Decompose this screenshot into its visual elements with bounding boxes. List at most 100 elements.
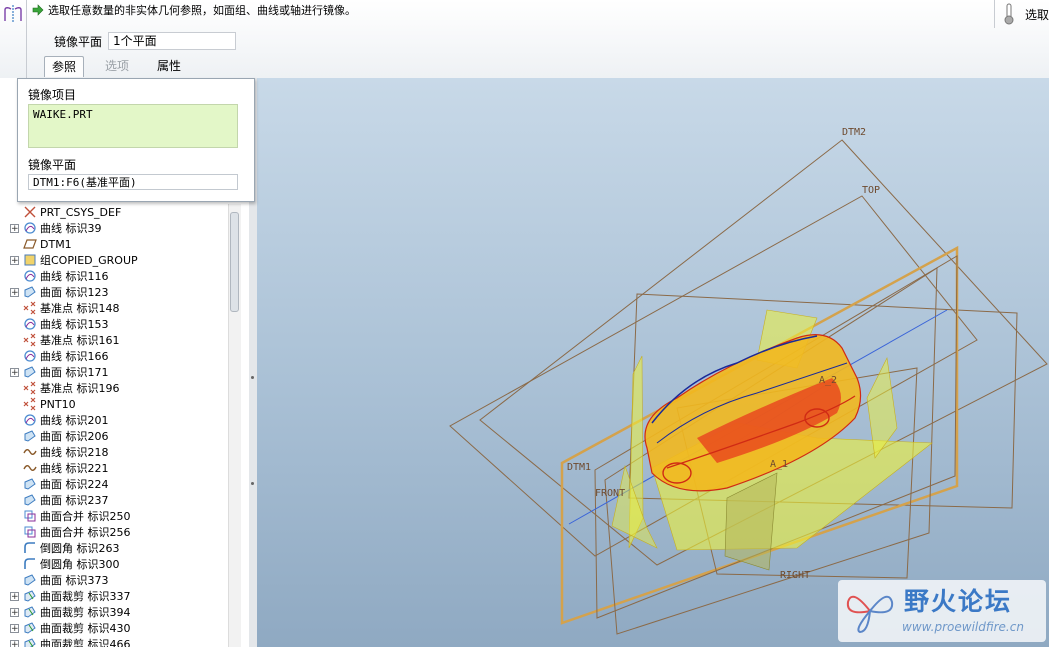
tree-item[interactable]: 曲线 标识166: [10, 348, 230, 364]
trim-icon: [24, 638, 36, 647]
tree-item[interactable]: 基准点 标识148: [10, 300, 230, 316]
merge-icon: [24, 526, 36, 538]
tree-item-label: 倒圆角 标识300: [40, 558, 120, 571]
dashboard-tabs: 参照 选项 属性: [44, 56, 202, 77]
watermark: 野火论坛 www.proewildfire.cn: [838, 580, 1046, 642]
tree-item[interactable]: + 曲面 标识171: [10, 364, 230, 380]
tree-item[interactable]: PNT10: [10, 396, 230, 412]
scrollbar-thumb[interactable]: [230, 212, 239, 312]
surface-icon: [24, 286, 36, 298]
round-icon: [24, 558, 35, 569]
expand-icon[interactable]: +: [10, 623, 19, 633]
axis-label-a2[interactable]: A_2: [819, 375, 837, 386]
axis-label-a1[interactable]: A_1: [770, 459, 788, 470]
tree-item[interactable]: + 组COPIED_GROUP: [10, 252, 230, 268]
tree-item-label: PRT_CSYS_DEF: [40, 205, 122, 219]
tree-item-label: 曲线 标识166: [40, 350, 109, 363]
dashboard-separator: [26, 0, 27, 78]
tree-item[interactable]: 基准点 标识161: [10, 332, 230, 348]
tree-item[interactable]: 倒圆角 标识263: [10, 540, 230, 556]
tree-item-label: 基准点 标识148: [40, 302, 120, 315]
tree-item-label: 曲面合并 标识256: [40, 526, 131, 539]
expand-icon[interactable]: +: [10, 367, 19, 377]
surface-icon: [24, 430, 36, 442]
expand-icon[interactable]: +: [10, 287, 19, 297]
surface-icon: [24, 366, 36, 378]
surface-icon: [24, 494, 36, 506]
tree-item[interactable]: 曲线 标识116: [10, 268, 230, 284]
tree-item-label: 曲面 标识171: [40, 366, 109, 379]
surface-icon: [24, 478, 36, 490]
curve-icon: [24, 270, 36, 282]
select-filter-label[interactable]: 选取: [1025, 6, 1049, 23]
datum-label-dtm1[interactable]: DTM1: [567, 462, 591, 473]
tree-item[interactable]: 曲面合并 标识256: [10, 524, 230, 540]
tree-item[interactable]: + 曲面 标识123: [10, 284, 230, 300]
tree-item[interactable]: 曲线 标识218: [10, 444, 230, 460]
expand-icon[interactable]: +: [10, 639, 19, 647]
tree-item-label: 曲线 标识218: [40, 446, 109, 459]
tree-item[interactable]: + 曲面裁剪 标识466: [10, 636, 230, 647]
tab-references[interactable]: 参照: [44, 56, 84, 77]
tree-item[interactable]: + 曲线 标识39: [10, 220, 230, 236]
tree-item-label: 曲面裁剪 标识394: [40, 606, 131, 619]
mirror-items-label: 镜像项目: [28, 88, 77, 102]
model-tree-scrollbar[interactable]: [228, 204, 241, 647]
tree-item-label: 倒圆角 标识263: [40, 542, 120, 555]
graphics-window[interactable]: DTM2 TOP DTM1 FRONT RIGHT A_1 A_2: [257, 78, 1049, 647]
tree-item[interactable]: + 曲面裁剪 标识337: [10, 588, 230, 604]
tab-properties[interactable]: 属性: [150, 56, 188, 76]
expand-icon[interactable]: +: [10, 223, 19, 233]
tree-item[interactable]: PRT_CSYS_DEF: [10, 204, 230, 220]
mirror-plane-label: 镜像平面: [28, 158, 77, 172]
model-scene[interactable]: DTM2 TOP DTM1 FRONT RIGHT A_1 A_2: [257, 78, 1049, 647]
datum-point-icon: [23, 301, 36, 315]
surface-icon: [24, 574, 36, 586]
tree-item-label: 曲面 标识123: [40, 286, 109, 299]
datum-point-icon: [23, 397, 36, 411]
trim-icon: [24, 622, 36, 634]
tree-item-label: 曲面裁剪 标识466: [40, 638, 131, 647]
mirror-plane-reference-collector[interactable]: DTM1:F6(基准平面): [28, 174, 238, 190]
mirror-items-collector[interactable]: WAIKE.PRT: [28, 104, 238, 148]
tree-item[interactable]: + 曲面裁剪 标识430: [10, 620, 230, 636]
expand-icon[interactable]: +: [10, 591, 19, 601]
trim-icon: [24, 590, 36, 602]
datum-label-top[interactable]: TOP: [862, 185, 880, 196]
datum-label-dtm2[interactable]: DTM2: [842, 127, 866, 138]
mirror-plane-collector[interactable]: 1个平面: [108, 32, 237, 50]
tree-item[interactable]: 曲面合并 标识250: [10, 508, 230, 524]
tree-item[interactable]: 基准点 标识196: [10, 380, 230, 396]
tree-item[interactable]: 曲线 标识221: [10, 460, 230, 476]
trim-icon: [24, 606, 36, 618]
right-separator: [993, 0, 995, 28]
message-area: 选取任意数量的非实体几何参照，如面组、曲线或轴进行镜像。: [32, 2, 356, 18]
tab-options[interactable]: 选项: [98, 56, 136, 76]
curve-icon: [24, 222, 36, 234]
datum-label-front[interactable]: FRONT: [595, 488, 625, 499]
curve-icon: [24, 350, 36, 362]
tree-item[interactable]: 曲面 标识224: [10, 476, 230, 492]
tree-item[interactable]: 曲面 标识237: [10, 492, 230, 508]
mirror-plane-row: 镜像平面 1个平面: [54, 32, 237, 50]
expand-icon[interactable]: +: [10, 255, 19, 265]
tree-item-label: 曲面 标识237: [40, 494, 109, 507]
tree-item[interactable]: 倒圆角 标识300: [10, 556, 230, 572]
tree-item[interactable]: 曲线 标识153: [10, 316, 230, 332]
tree-item[interactable]: 曲面 标识373: [10, 572, 230, 588]
sketch-curve-icon: [23, 465, 37, 471]
datum-label-right[interactable]: RIGHT: [780, 570, 810, 581]
tree-item-label: 曲面 标识224: [40, 478, 109, 491]
mirror-tool-icon[interactable]: [2, 4, 24, 24]
tree-item[interactable]: DTM1: [10, 236, 230, 252]
tree-item[interactable]: 曲线 标识201: [10, 412, 230, 428]
expand-icon[interactable]: +: [10, 607, 19, 617]
curve-icon: [24, 318, 36, 330]
prompt-text: 选取任意数量的非实体几何参照，如面组、曲线或轴进行镜像。: [48, 4, 356, 17]
round-icon: [24, 542, 35, 553]
tree-item[interactable]: + 曲面裁剪 标识394: [10, 604, 230, 620]
filter-thermometer-icon[interactable]: [1003, 3, 1015, 25]
tree-item[interactable]: 曲面 标识206: [10, 428, 230, 444]
prompt-arrow-icon: [32, 4, 44, 16]
dashboard-right-tools: 选取: [993, 0, 1049, 28]
